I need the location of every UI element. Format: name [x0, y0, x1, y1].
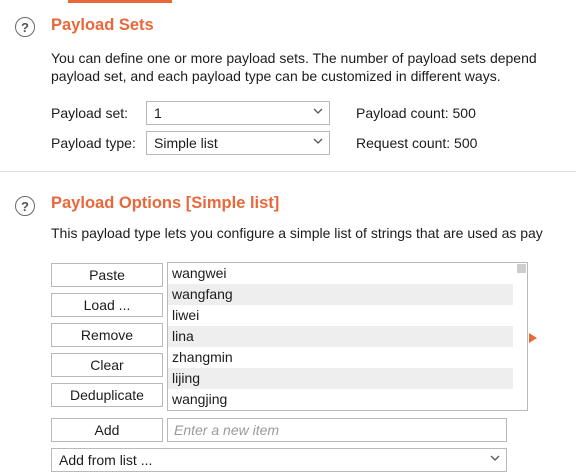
new-item-input[interactable]: [167, 418, 507, 442]
payload-type-label: Payload type:: [51, 135, 136, 151]
chevron-down-icon: [490, 455, 500, 461]
list-item[interactable]: zhangmin: [168, 347, 513, 368]
remove-button[interactable]: Remove: [51, 323, 163, 347]
clear-button[interactable]: Clear: [51, 353, 163, 377]
payload-type-value: Simple list: [154, 135, 218, 151]
scrollbar-thumb[interactable]: [517, 264, 526, 273]
payload-list[interactable]: wangwei wangfang liwei lina zhangmin lij…: [167, 262, 528, 411]
list-item[interactable]: lijing: [168, 368, 513, 389]
expand-arrow-icon[interactable]: [529, 333, 537, 343]
list-item[interactable]: wangjing: [168, 389, 513, 410]
payload-sets-description-line1: You can define one or more payload sets.…: [51, 50, 537, 66]
section-divider: [0, 171, 576, 172]
payload-set-value: 1: [154, 105, 162, 121]
add-from-list-select[interactable]: Add from list ...: [51, 448, 507, 472]
help-icon-glyph: ?: [21, 198, 29, 214]
help-circle-icon[interactable]: ?: [15, 196, 35, 216]
payload-options-title: Payload Options [Simple list]: [51, 194, 280, 212]
deduplicate-button[interactable]: Deduplicate: [51, 383, 163, 407]
list-item[interactable]: liwei: [168, 305, 513, 326]
load-button[interactable]: Load ...: [51, 293, 163, 317]
payload-count-text: Payload count: 500: [356, 105, 476, 121]
payload-set-select[interactable]: 1: [146, 101, 330, 125]
list-item[interactable]: wangwei: [168, 263, 513, 284]
active-tab-indicator: [68, 0, 172, 3]
payload-options-description: This payload type lets you configure a s…: [51, 225, 543, 241]
chevron-down-icon: [313, 138, 323, 144]
payload-sets-title: Payload Sets: [51, 16, 154, 34]
payload-sets-description-line2: payload set, and each payload type can b…: [51, 68, 501, 84]
payload-set-label: Payload set:: [51, 105, 129, 121]
add-from-list-label: Add from list ...: [59, 452, 153, 468]
help-circle-icon[interactable]: ?: [15, 17, 35, 37]
request-count-text: Request count: 500: [356, 135, 478, 151]
paste-button[interactable]: Paste: [51, 263, 163, 287]
add-button[interactable]: Add: [51, 418, 163, 442]
help-icon-glyph: ?: [21, 19, 29, 35]
chevron-down-icon: [313, 108, 323, 114]
list-item[interactable]: wangfang: [168, 284, 513, 305]
payload-type-select[interactable]: Simple list: [146, 131, 330, 155]
list-item[interactable]: lina: [168, 326, 513, 347]
